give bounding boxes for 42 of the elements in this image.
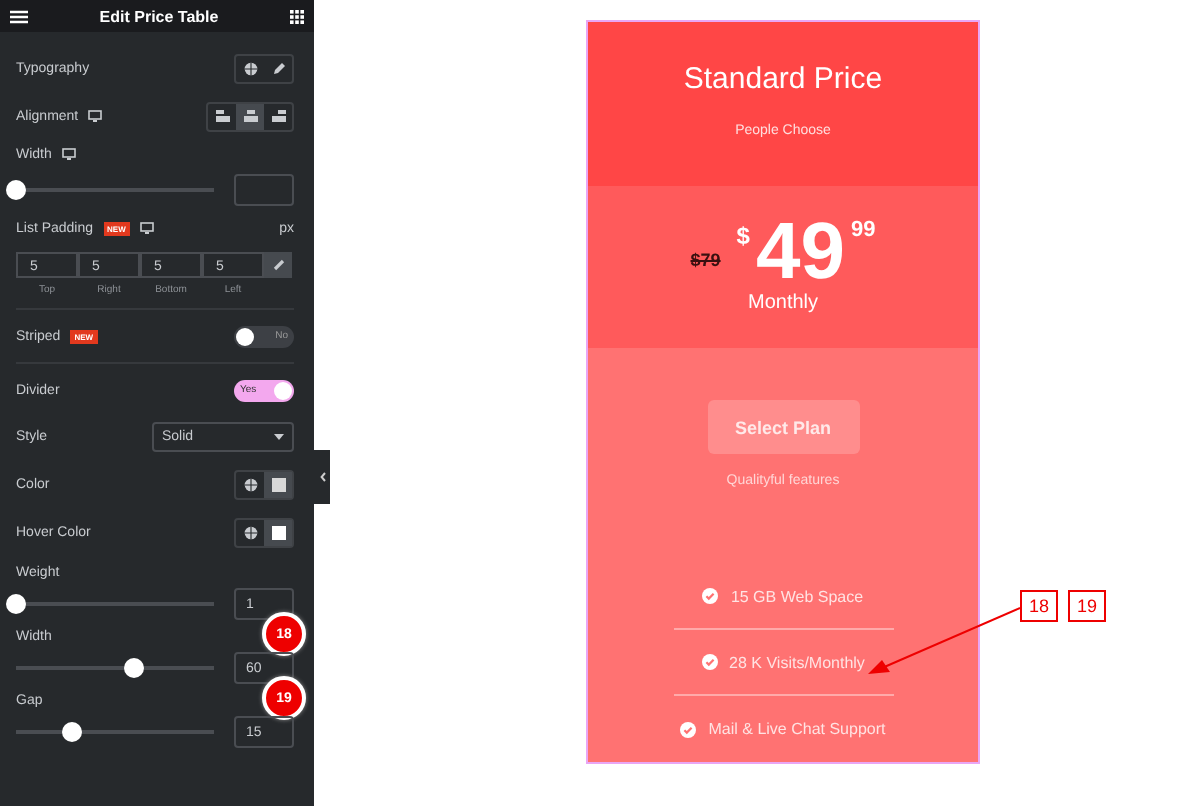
menu-icon[interactable] (10, 9, 28, 23)
color-button[interactable] (264, 471, 292, 497)
number-field[interactable] (234, 174, 294, 206)
slider-thumb[interactable] (6, 180, 26, 200)
caret-icon (274, 433, 284, 439)
panel-title: Edit Price Table (99, 7, 219, 25)
feature-text: Mail & Live Chat Support (708, 720, 886, 738)
callout-label: 19 (1068, 590, 1106, 622)
collapse-button[interactable] (314, 450, 330, 504)
globe-icon (243, 61, 257, 75)
link-icon (271, 258, 285, 272)
align-center-icon (243, 110, 257, 122)
currency-symbol: $ (736, 222, 750, 251)
feature-text: 28 K Visits/Monthly (729, 653, 865, 671)
chevron-left-icon (319, 472, 325, 482)
callout-label: 18 (1020, 590, 1058, 622)
align-left-icon (215, 110, 229, 122)
globe-icon (243, 525, 257, 539)
price-amount: 49 (755, 212, 845, 293)
align-right-icon (271, 110, 285, 122)
globe-icon (243, 477, 257, 491)
plan-title: Standard Price (683, 62, 883, 96)
check-circle-icon (702, 588, 719, 604)
link-button[interactable] (264, 252, 292, 278)
price-cents: 99 (850, 218, 876, 243)
monitor-icon (61, 148, 76, 160)
pencil-icon (271, 61, 285, 75)
color-swatch-icon (271, 477, 285, 491)
check-circle-icon (680, 721, 697, 737)
align-button[interactable] (236, 103, 264, 129)
color-button[interactable] (264, 519, 292, 545)
check-circle-icon (701, 654, 718, 670)
old-price: $79 (690, 250, 721, 271)
price-period: Monthly (747, 292, 818, 315)
monitor-icon (139, 222, 154, 234)
slider-thumb[interactable] (61, 722, 82, 742)
slider-thumb[interactable] (6, 594, 26, 614)
slider-thumb[interactable] (124, 658, 145, 678)
monitor-icon (88, 110, 103, 122)
feature-text: 15 GB Web Space (730, 587, 864, 605)
grid-icon[interactable] (290, 9, 304, 23)
color-swatch-icon (271, 525, 285, 539)
